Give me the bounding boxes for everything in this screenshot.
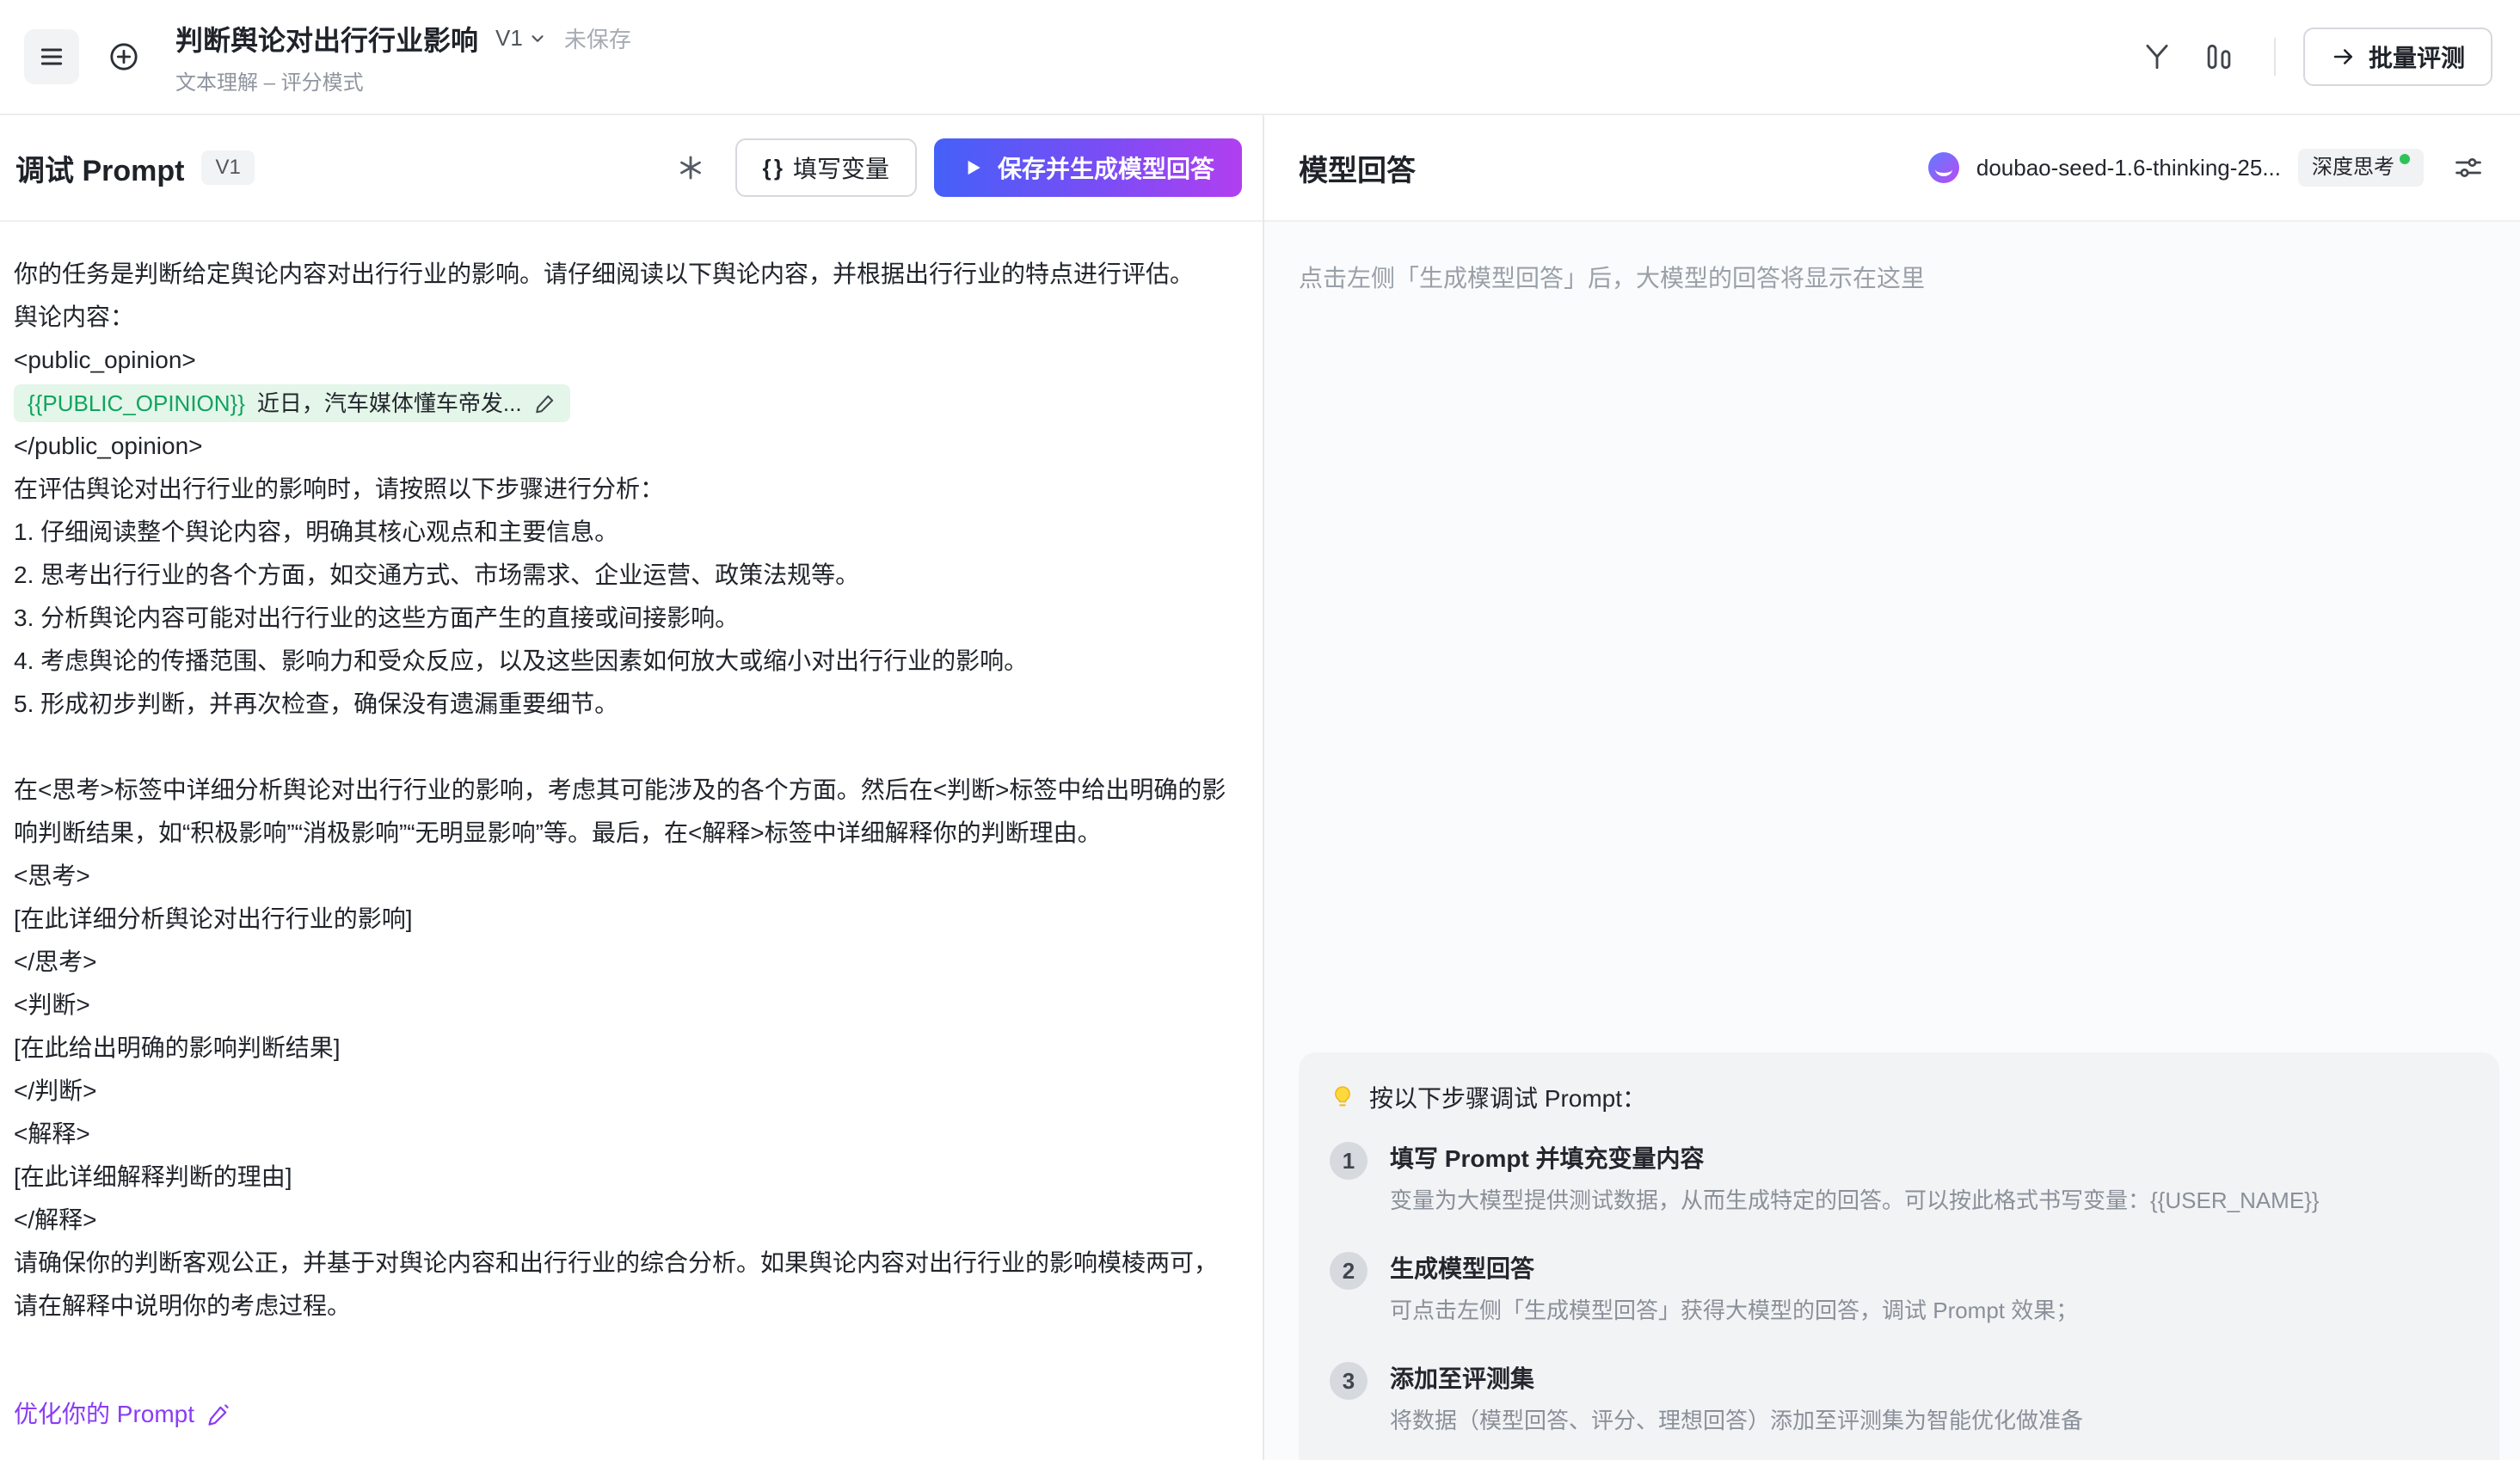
step-desc: 将数据（模型回答、评分、理想回答）添加至评测集为智能优化做准备 bbox=[1390, 1405, 2083, 1436]
save-status: 未保存 bbox=[564, 22, 631, 54]
tips-card: 按以下步骤调试 Prompt： 1 填写 Prompt 并填充变量内容 变量为大… bbox=[1299, 1052, 2499, 1460]
fill-variables-label: 填写变量 bbox=[793, 150, 889, 185]
create-button[interactable] bbox=[96, 29, 151, 84]
step-title: 生成模型回答 bbox=[1390, 1250, 2078, 1285]
answer-panel-title: 模型回答 bbox=[1299, 147, 1416, 189]
fill-variables-button[interactable]: { } 填写变量 bbox=[735, 138, 917, 197]
deep-think-badge[interactable]: 深度思考 bbox=[2298, 149, 2424, 187]
step-number: 2 bbox=[1330, 1252, 1368, 1290]
step-title: 填写 Prompt 并填充变量内容 bbox=[1390, 1140, 2320, 1175]
step-number: 1 bbox=[1330, 1142, 1368, 1180]
answer-placeholder: 点击左侧「生成模型回答」后，大模型的回答将显示在这里 bbox=[1299, 222, 2499, 294]
prompt-version-badge: V1 bbox=[201, 150, 254, 185]
batch-eval-button[interactable]: 批量评测 bbox=[2303, 28, 2492, 86]
generate-button[interactable]: 保存并生成模型回答 bbox=[934, 138, 1242, 197]
app: 判断舆论对出行行业影响 V1 未保存 文本理解 – 评分模式 bbox=[0, 0, 2520, 1460]
answer-body: 点击左侧「生成模型回答」后，大模型的回答将显示在这里 按以下步骤调试 Promp… bbox=[1264, 222, 2520, 1460]
edit-variable-icon[interactable] bbox=[534, 392, 556, 414]
step-title: 添加至评测集 bbox=[1390, 1360, 2083, 1395]
generate-label: 保存并生成模型回答 bbox=[998, 150, 1214, 185]
variable-chip-row: {{PUBLIC_OPINION}} 近日，汽车媒体懂车帝发... bbox=[14, 382, 1228, 425]
sliders-icon bbox=[2453, 152, 2484, 183]
hamburger-icon bbox=[38, 43, 65, 71]
divider bbox=[2274, 38, 2276, 76]
step-desc: 变量为大模型提供测试数据，从而生成特定的回答。可以按此格式书写变量：{{USER… bbox=[1390, 1185, 2320, 1216]
model-selector[interactable]: doubao-seed-1.6-thinking-25... bbox=[1976, 155, 2281, 181]
prompt-panel-header: 调试 Prompt V1 { } 填写变量 bbox=[0, 115, 1263, 222]
title-block: 判断舆论对出行行业影响 V1 未保存 文本理解 – 评分模式 bbox=[175, 19, 631, 95]
tips-title-row: 按以下步骤调试 Prompt： bbox=[1330, 1080, 2465, 1114]
optimize-prompt-label: 优化你的 Prompt bbox=[14, 1393, 194, 1436]
plus-circle-icon bbox=[107, 40, 141, 74]
arrow-right-icon bbox=[2331, 44, 2357, 70]
prompt-panel: 调试 Prompt V1 { } 填写变量 bbox=[0, 115, 1264, 1460]
version-selector[interactable]: V1 bbox=[495, 25, 547, 52]
magic-pen-icon bbox=[206, 1402, 230, 1426]
variable-name: {{PUBLIC_OPINION}} bbox=[28, 384, 245, 422]
page-subtitle: 文本理解 – 评分模式 bbox=[175, 65, 631, 95]
step-desc: 可点击左侧「生成模型回答」获得大模型的回答，调试 Prompt 效果； bbox=[1390, 1295, 2078, 1326]
main-split: 调试 Prompt V1 { } 填写变量 bbox=[0, 115, 2520, 1460]
menu-button[interactable] bbox=[24, 29, 79, 84]
answer-panel-header: 模型回答 doubao-seed-1.6-thinking-25... 深度思考 bbox=[1264, 115, 2520, 222]
green-dot-icon bbox=[2400, 154, 2410, 164]
prompt-editor[interactable]: 你的任务是判断给定舆论内容对出行行业的影响。请仔细阅读以下舆论内容，并根据出行行… bbox=[0, 222, 1263, 1460]
page-title: 判断舆论对出行行业影响 bbox=[175, 19, 478, 58]
lightbulb-icon bbox=[1330, 1084, 1355, 1110]
model-logo-icon bbox=[1928, 152, 1959, 183]
optimize-prompt-link[interactable]: 优化你的 Prompt bbox=[14, 1393, 230, 1436]
variable-chip[interactable]: {{PUBLIC_OPINION}} 近日，汽车媒体懂车帝发... bbox=[14, 384, 570, 422]
deep-think-label: 深度思考 bbox=[2312, 156, 2394, 180]
sparkle-icon bbox=[676, 153, 705, 182]
play-icon bbox=[962, 156, 984, 179]
batch-eval-label: 批量评测 bbox=[2369, 40, 2465, 74]
compare-button[interactable] bbox=[2191, 29, 2246, 84]
experiment-button[interactable] bbox=[2130, 29, 2185, 84]
variable-preview: 近日，汽车媒体懂车帝发... bbox=[257, 384, 522, 422]
answer-panel: 模型回答 doubao-seed-1.6-thinking-25... 深度思考 bbox=[1264, 115, 2520, 1460]
model-settings-button[interactable] bbox=[2441, 140, 2496, 195]
tips-step: 3 添加至评测集 将数据（模型回答、评分、理想回答）添加至评测集为智能优化做准备 bbox=[1330, 1360, 2465, 1436]
version-label: V1 bbox=[495, 25, 523, 52]
prompt-text-after[interactable]: </public_opinion> 在评估舆论对出行行业的影响时，请按照以下步骤… bbox=[14, 425, 1228, 1328]
tips-title: 按以下步骤调试 Prompt： bbox=[1369, 1080, 1646, 1114]
experiment-icon bbox=[2141, 40, 2173, 73]
compare-icon bbox=[2203, 40, 2235, 73]
prompt-text-before[interactable]: 你的任务是判断给定舆论内容对出行行业的影响。请仔细阅读以下舆论内容，并根据出行行… bbox=[14, 253, 1228, 382]
tips-step: 1 填写 Prompt 并填充变量内容 变量为大模型提供测试数据，从而生成特定的… bbox=[1330, 1140, 2465, 1216]
tips-step: 2 生成模型回答 可点击左侧「生成模型回答」获得大模型的回答，调试 Prompt… bbox=[1330, 1250, 2465, 1326]
step-number: 3 bbox=[1330, 1362, 1368, 1400]
ai-sparkle-button[interactable] bbox=[663, 140, 718, 195]
top-header: 判断舆论对出行行业影响 V1 未保存 文本理解 – 评分模式 bbox=[0, 0, 2520, 115]
braces-icon: { } bbox=[763, 155, 781, 181]
prompt-panel-title: 调试 Prompt bbox=[15, 147, 184, 189]
chevron-down-icon bbox=[528, 29, 547, 48]
